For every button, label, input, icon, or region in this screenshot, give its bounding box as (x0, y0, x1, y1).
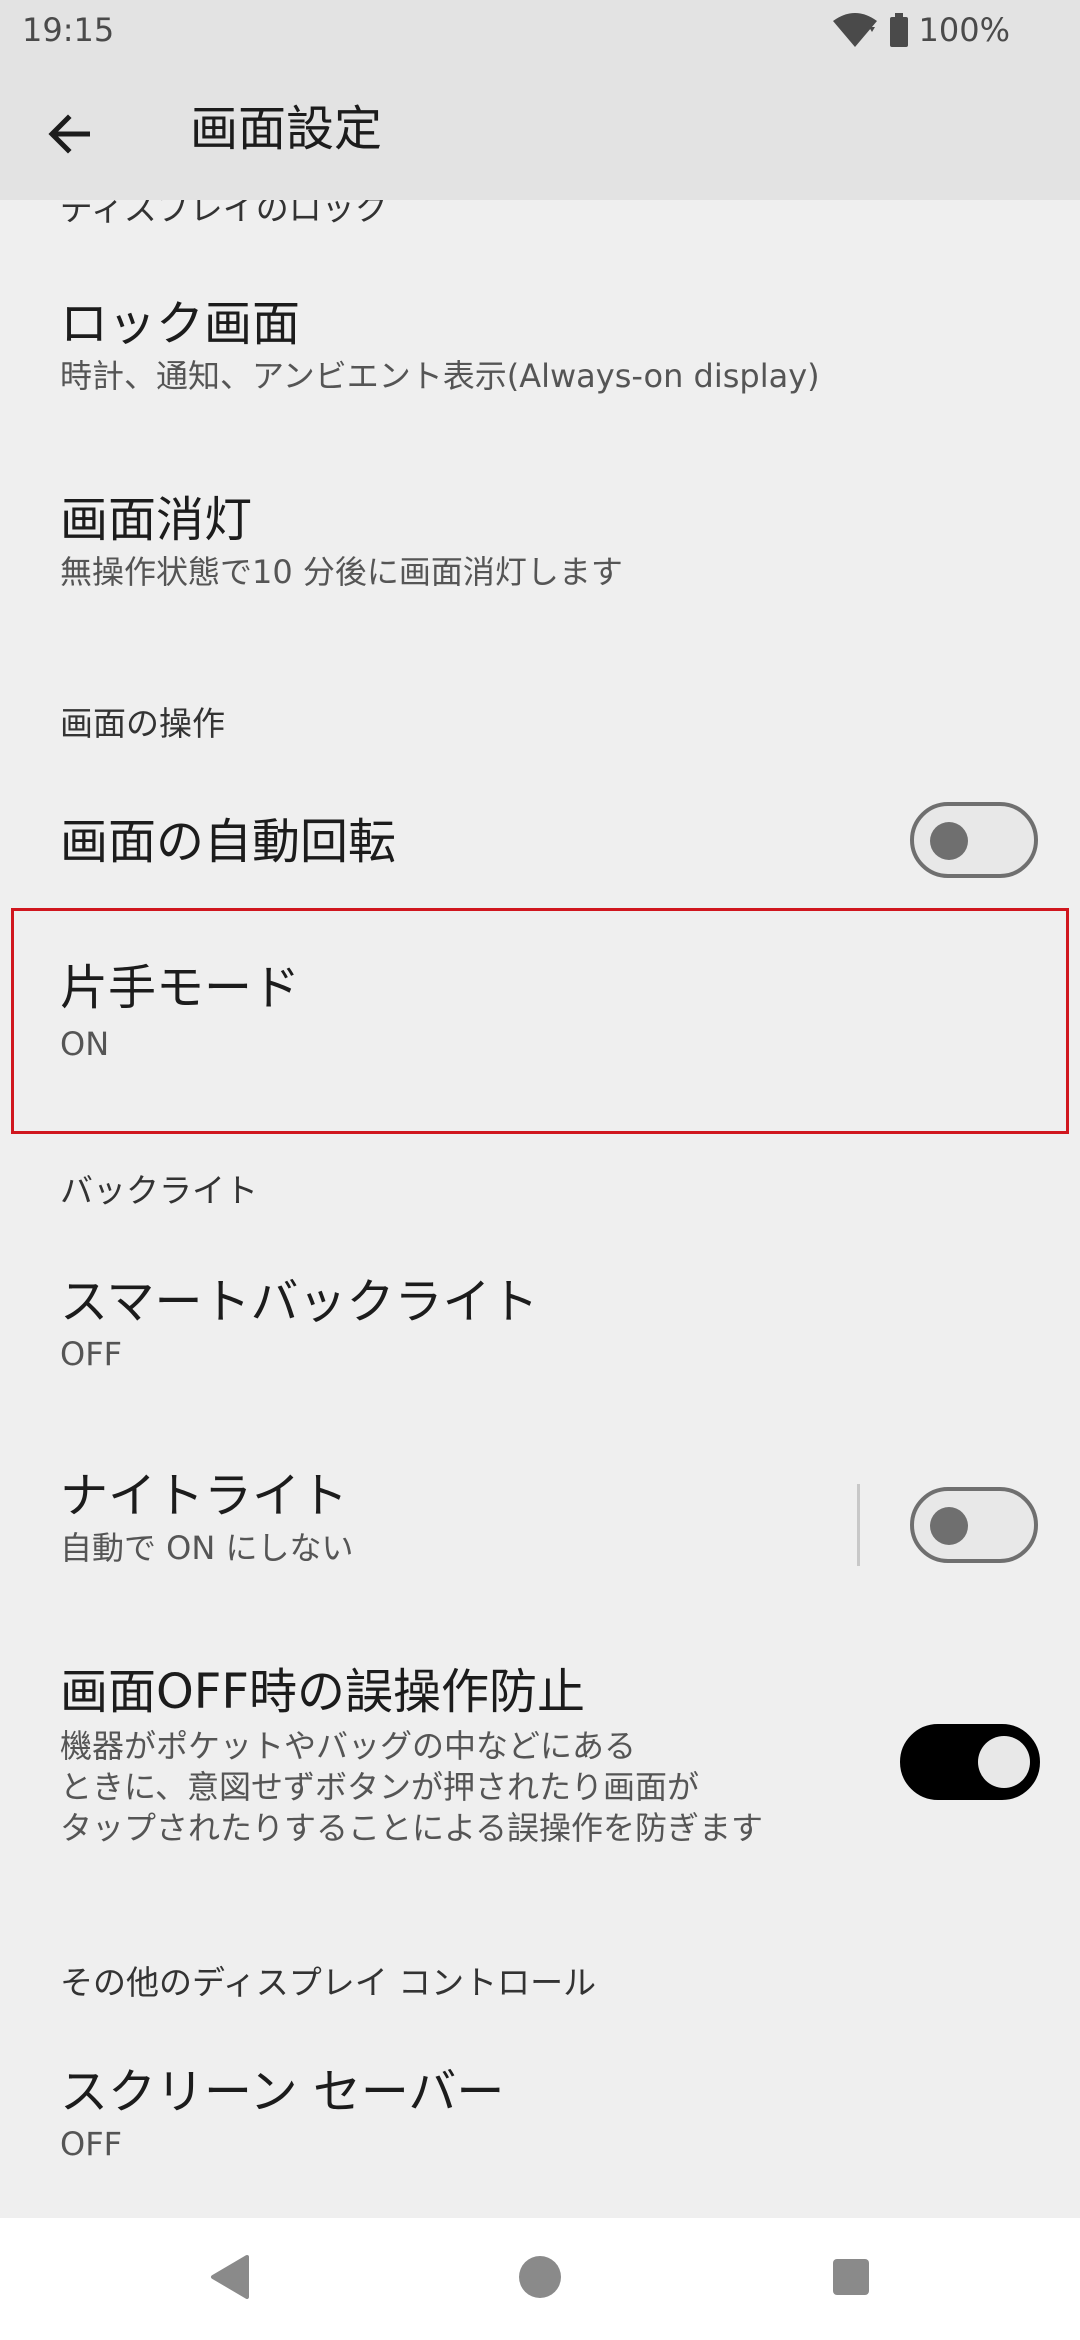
section-header-screen-operation: 画面の操作 (60, 704, 225, 743)
section-header-other-controls: その他のディスプレイ コントロール (60, 1963, 597, 2002)
pref-summary: OFF (60, 2125, 122, 2163)
pref-title: ナイトライト (60, 1468, 349, 1524)
app-bar: 画面設定 (0, 62, 1080, 200)
pref-screen-saver[interactable]: スクリーン セーバー OFF (0, 2040, 1080, 2190)
pref-title: 画面OFF時の誤操作防止 (60, 1664, 586, 1720)
home-circle-icon (517, 2254, 563, 2304)
toggle-knob (930, 1507, 968, 1545)
settings-list[interactable]: ディスプレイのロック ロック画面 時計、通知、アンビエント表示(Always-o… (0, 200, 1080, 2218)
pref-title: 画面消灯 (60, 492, 253, 548)
pref-title: スクリーン セーバー (60, 2064, 505, 2120)
toggle-knob (978, 1736, 1030, 1788)
pref-screen-off-protection[interactable]: 画面OFF時の誤操作防止 機器がポケットやバッグの中などにある ときに、意図せず… (0, 1640, 1080, 1860)
highlight-box (11, 908, 1069, 1134)
divider (857, 1484, 860, 1566)
nav-back-button[interactable] (198, 2248, 260, 2310)
pref-title: ロック画面 (60, 296, 301, 352)
pref-smart-backlight[interactable]: スマートバックライト OFF (0, 1250, 1080, 1400)
pref-title: スマートバックライト (60, 1274, 539, 1330)
pref-auto-rotate[interactable]: 画面の自動回転 (0, 780, 1080, 900)
section-header-display-lock: ディスプレイのロック (60, 200, 388, 228)
status-bar: 19:15 100% (0, 0, 1080, 62)
status-time: 19:15 (22, 11, 115, 49)
back-triangle-icon (209, 2255, 249, 2303)
navigation-bar (0, 2218, 1080, 2340)
pref-summary: 無操作状態で10 分後に画面消灯します (60, 553, 623, 591)
pref-summary: OFF (60, 1335, 122, 1373)
page-title: 画面設定 (190, 101, 383, 157)
back-button[interactable] (30, 96, 110, 176)
screen-off-protection-toggle[interactable] (900, 1724, 1040, 1800)
pref-summary: 機器がポケットやバッグの中などにある ときに、意図せずボタンが押されたり画面が … (60, 1727, 764, 1847)
pref-title: 画面の自動回転 (60, 814, 397, 870)
pref-screen-timeout[interactable]: 画面消灯 無操作状態で10 分後に画面消灯します (0, 468, 1080, 618)
pref-night-light[interactable]: ナイトライト 自動で ON にしない (0, 1444, 1080, 1594)
section-header-backlight: バックライト (60, 1171, 258, 1210)
battery-icon (889, 13, 909, 47)
pref-lock-screen[interactable]: ロック画面 時計、通知、アンビエント表示(Always-on display) (0, 272, 1080, 422)
toggle-knob (930, 822, 968, 860)
status-icons: 100% (831, 8, 1010, 52)
night-light-toggle[interactable] (910, 1487, 1038, 1563)
recents-square-icon (831, 2257, 871, 2301)
pref-summary: 自動で ON にしない (60, 1529, 354, 1567)
auto-rotate-toggle[interactable] (910, 802, 1038, 878)
wifi-icon (831, 13, 879, 47)
battery-percent: 100% (918, 11, 1010, 49)
nav-home-button[interactable] (509, 2248, 571, 2310)
arrow-back-icon (48, 114, 92, 158)
pref-summary: 時計、通知、アンビエント表示(Always-on display) (60, 357, 820, 395)
nav-recents-button[interactable] (820, 2248, 882, 2310)
